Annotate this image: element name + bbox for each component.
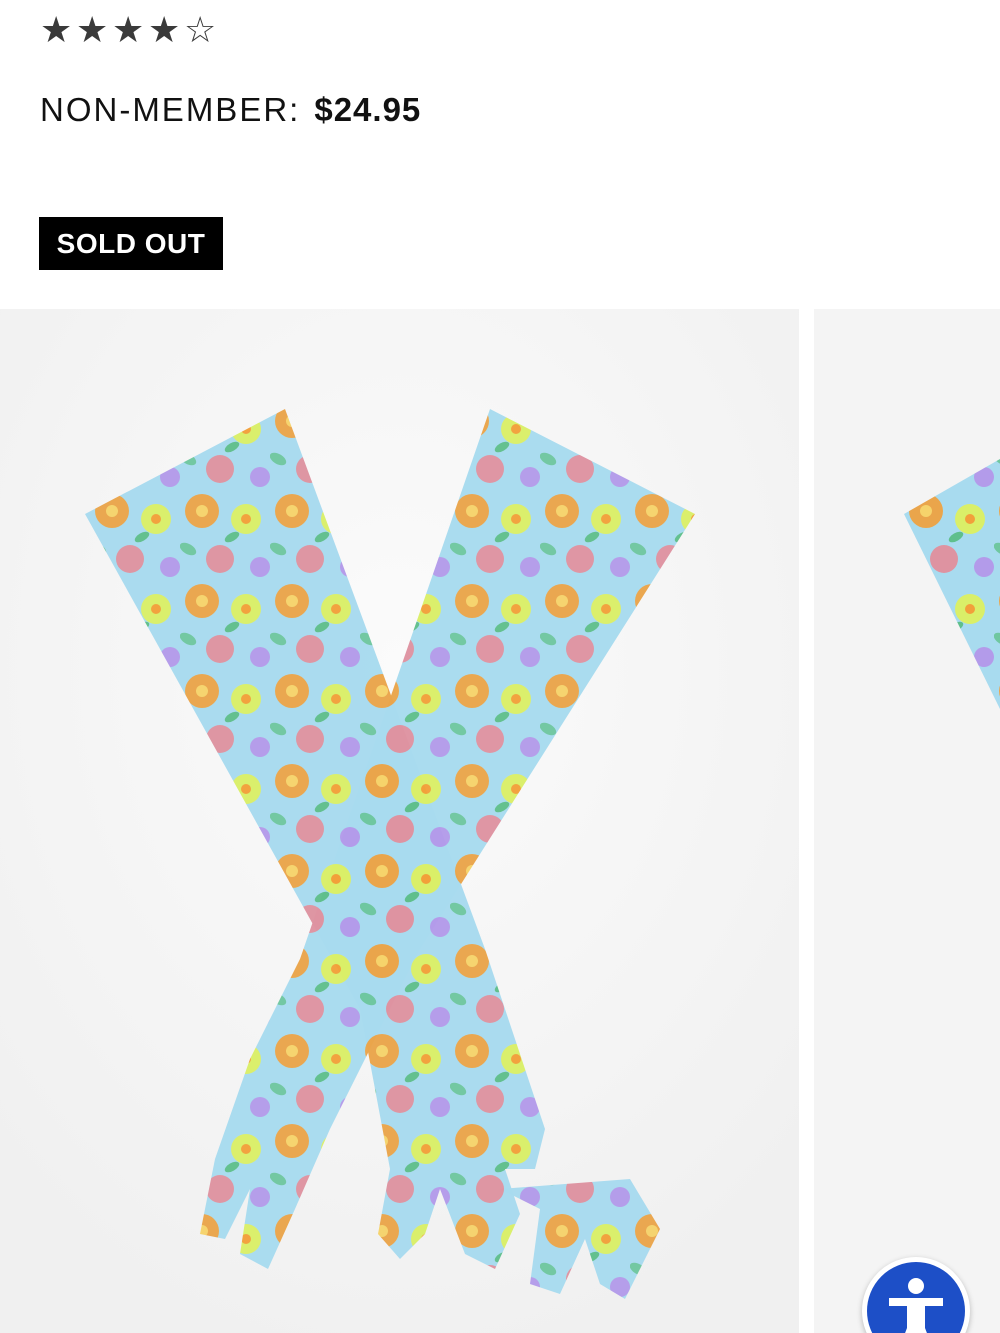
price-value: $24.95 [314, 91, 422, 128]
gloves-image-partial [814, 309, 1000, 1333]
product-image-next[interactable] [814, 309, 1000, 1333]
product-image[interactable] [0, 309, 799, 1333]
product-page: ★ ★ ★ ★ ☆ NON-MEMBER: $24.95 SOLD OUT [0, 0, 1000, 1333]
product-image-gallery[interactable] [0, 309, 1000, 1333]
star-empty-icon: ☆ [184, 9, 217, 50]
price-row: NON-MEMBER: $24.95 [40, 90, 421, 130]
accessibility-person-icon [889, 1278, 943, 1333]
star-filled-icon: ★ [148, 9, 181, 50]
sold-out-badge: SOLD OUT [39, 217, 223, 270]
gloves-image [0, 309, 799, 1333]
star-filled-icon: ★ [76, 9, 109, 50]
price-label: NON-MEMBER: [40, 91, 301, 128]
star-filled-icon: ★ [112, 9, 145, 50]
rating-stars[interactable]: ★ ★ ★ ★ ☆ [40, 10, 216, 50]
star-filled-icon: ★ [40, 9, 73, 50]
